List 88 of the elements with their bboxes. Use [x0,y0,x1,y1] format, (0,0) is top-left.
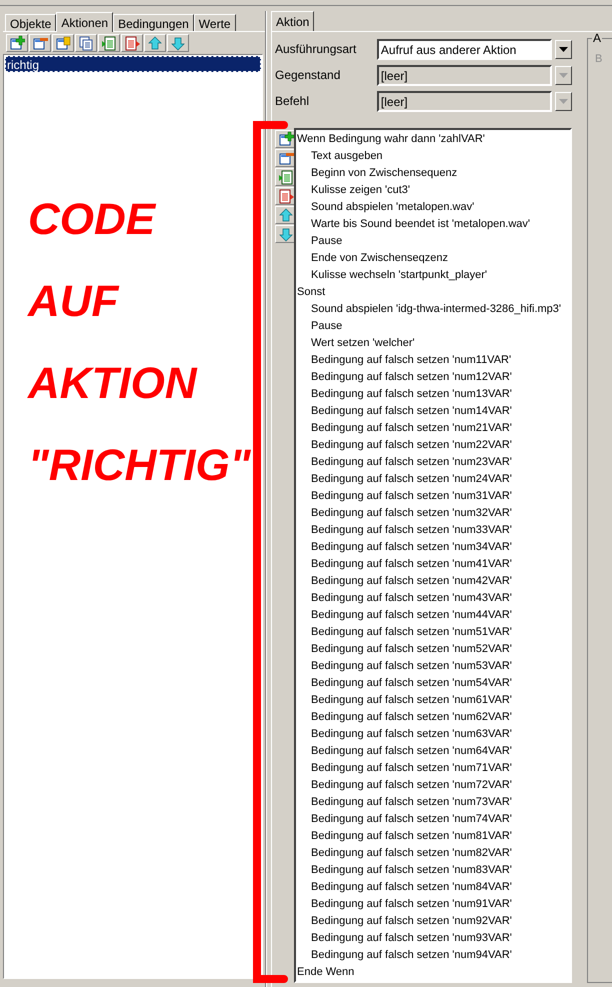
code-line[interactable]: Warte bis Sound beendet ist 'metalopen.wav' [297,216,570,233]
code-line[interactable]: Bedingung auf falsch setzen 'num13VAR' [297,386,570,403]
add-icon [9,35,25,51]
code-line[interactable]: Bedingung auf falsch setzen 'num54VAR' [297,675,570,692]
code-line[interactable]: Pause [297,233,570,250]
caret-icon [559,72,568,78]
code-line[interactable]: Bedingung auf falsch setzen 'num81VAR' [297,828,570,845]
code-line[interactable]: Bedingung auf falsch setzen 'num52VAR' [297,641,570,658]
tab[interactable]: Werte [194,14,236,31]
code-line[interactable]: Bedingung auf falsch setzen 'num21VAR' [297,420,570,437]
code-line[interactable]: Bedingung auf falsch setzen 'num33VAR' [297,522,570,539]
code-line[interactable]: Bedingung auf falsch setzen 'num41VAR' [297,556,570,573]
code-line[interactable]: Wert setzen 'welcher' [297,335,570,352]
code-line[interactable]: Bedingung auf falsch setzen 'num12VAR' [297,369,570,386]
clipboard-icon [101,35,117,51]
caret-icon [559,98,568,104]
dropdown-button[interactable] [555,66,572,84]
arrow-up-icon [278,207,294,223]
field-label: B [595,52,602,67]
code-line[interactable]: Bedingung auf falsch setzen 'num93VAR' [297,930,570,947]
code-line[interactable]: Bedingung auf falsch setzen 'num74VAR' [297,811,570,828]
dropdown-button[interactable] [555,92,572,110]
remove-icon [32,35,48,51]
code-line[interactable]: Bedingung auf falsch setzen 'num34VAR' [297,539,570,556]
handwritten-note: "RICHTIG" [28,440,251,492]
tab[interactable]: Aktion [271,11,314,31]
code-line[interactable]: Text ausgeben [297,148,570,165]
code-line[interactable]: Bedingung auf falsch setzen 'num44VAR' [297,607,570,624]
code-line[interactable]: Bedingung auf falsch setzen 'num63VAR' [297,726,570,743]
code-line[interactable]: Pause [297,318,570,335]
group-title: A [592,32,602,44]
arrow-down-icon [170,35,186,51]
code-line[interactable]: Bedingung auf falsch setzen 'num32VAR' [297,505,570,522]
tab[interactable]: Bedingungen [113,14,194,31]
handwritten-note: CODE [28,194,156,246]
code-line[interactable]: Bedingung auf falsch setzen 'num94VAR' [297,947,570,964]
arrow-up-icon [147,35,163,51]
handwritten-note: AUF [28,276,118,328]
field-label: Ausführungsart [275,41,358,58]
dropdown[interactable]: Aufruf aus anderer Aktion [376,38,552,60]
code-line[interactable]: Ende Wenn [297,964,570,981]
code-line[interactable]: Bedingung auf falsch setzen 'num42VAR' [297,573,570,590]
code-line[interactable]: Bedingung auf falsch setzen 'num51VAR' [297,624,570,641]
field-label: Befehl [275,93,310,110]
code-line[interactable]: Bedingung auf falsch setzen 'num73VAR' [297,794,570,811]
code-line[interactable]: Bedingung auf falsch setzen 'num83VAR' [297,862,570,879]
code-line[interactable]: Bedingung auf falsch setzen 'num61VAR' [297,692,570,709]
code-line[interactable]: Ende von Zwischenseqzenz [297,250,570,267]
code-line[interactable]: Bedingung auf falsch setzen 'num84VAR' [297,879,570,896]
code-line[interactable]: Bedingung auf falsch setzen 'num31VAR' [297,488,570,505]
code-line[interactable]: Bedingung auf falsch setzen 'num14VAR' [297,403,570,420]
code-line[interactable]: Wenn Bedingung wahr dann 'zahlVAR' [297,131,570,148]
toolbar-button[interactable] [52,34,74,52]
code-line[interactable]: Bedingung auf falsch setzen 'num72VAR' [297,777,570,794]
code-line[interactable]: Sound abspielen 'idg-thwa-intermed-3286_hifi.mp3' [297,301,570,318]
code-line[interactable]: Bedingung auf falsch setzen 'num24VAR' [297,471,570,488]
toolbar-button[interactable] [6,34,28,52]
code-line[interactable]: Bedingung auf falsch setzen 'num62VAR' [297,709,570,726]
dropdown-button[interactable] [555,40,572,58]
code-line[interactable]: Bedingung auf falsch setzen 'num23VAR' [297,454,570,471]
toolbar-button[interactable] [98,34,120,52]
toolbar-button[interactable] [121,34,143,52]
code-line[interactable]: Bedingung auf falsch setzen 'num71VAR' [297,760,570,777]
code-line[interactable]: Bedingung auf falsch setzen 'num43VAR' [297,590,570,607]
handwritten-note: AKTION [28,358,197,410]
field-label: Gegenstand [275,67,342,84]
list-item[interactable]: richtig [5,56,261,72]
code-line[interactable]: Kulisse wechseln 'startpunkt_player' [297,267,570,284]
tab[interactable]: Objekte [5,14,56,31]
copy-icon [78,35,94,51]
arrow-down-icon [278,226,294,242]
clipboard-icon [124,35,140,51]
code-line[interactable]: Bedingung auf falsch setzen 'num22VAR' [297,437,570,454]
code-line[interactable]: Sonst [297,284,570,301]
code-line[interactable]: Bedingung auf falsch setzen 'num92VAR' [297,913,570,930]
code-line[interactable]: Bedingung auf falsch setzen 'num64VAR' [297,743,570,760]
rename-icon [55,35,71,51]
code-line[interactable]: Bedingung auf falsch setzen 'num11VAR' [297,352,570,369]
toolbar-button[interactable] [29,34,51,52]
code-line[interactable]: Kulisse zeigen 'cut3' [297,182,570,199]
code-line[interactable]: Bedingung auf falsch setzen 'num91VAR' [297,896,570,913]
code-line[interactable]: Bedingung auf falsch setzen 'num53VAR' [297,658,570,675]
code-line[interactable]: Bedingung auf falsch setzen 'num82VAR' [297,845,570,862]
code-line[interactable]: Sound abspielen 'metalopen.wav' [297,199,570,216]
caret-icon [559,46,568,52]
code-line[interactable]: Beginn von Zwischensequenz [297,165,570,182]
toolbar-button[interactable] [75,34,97,52]
tab[interactable]: Aktionen [56,12,114,32]
